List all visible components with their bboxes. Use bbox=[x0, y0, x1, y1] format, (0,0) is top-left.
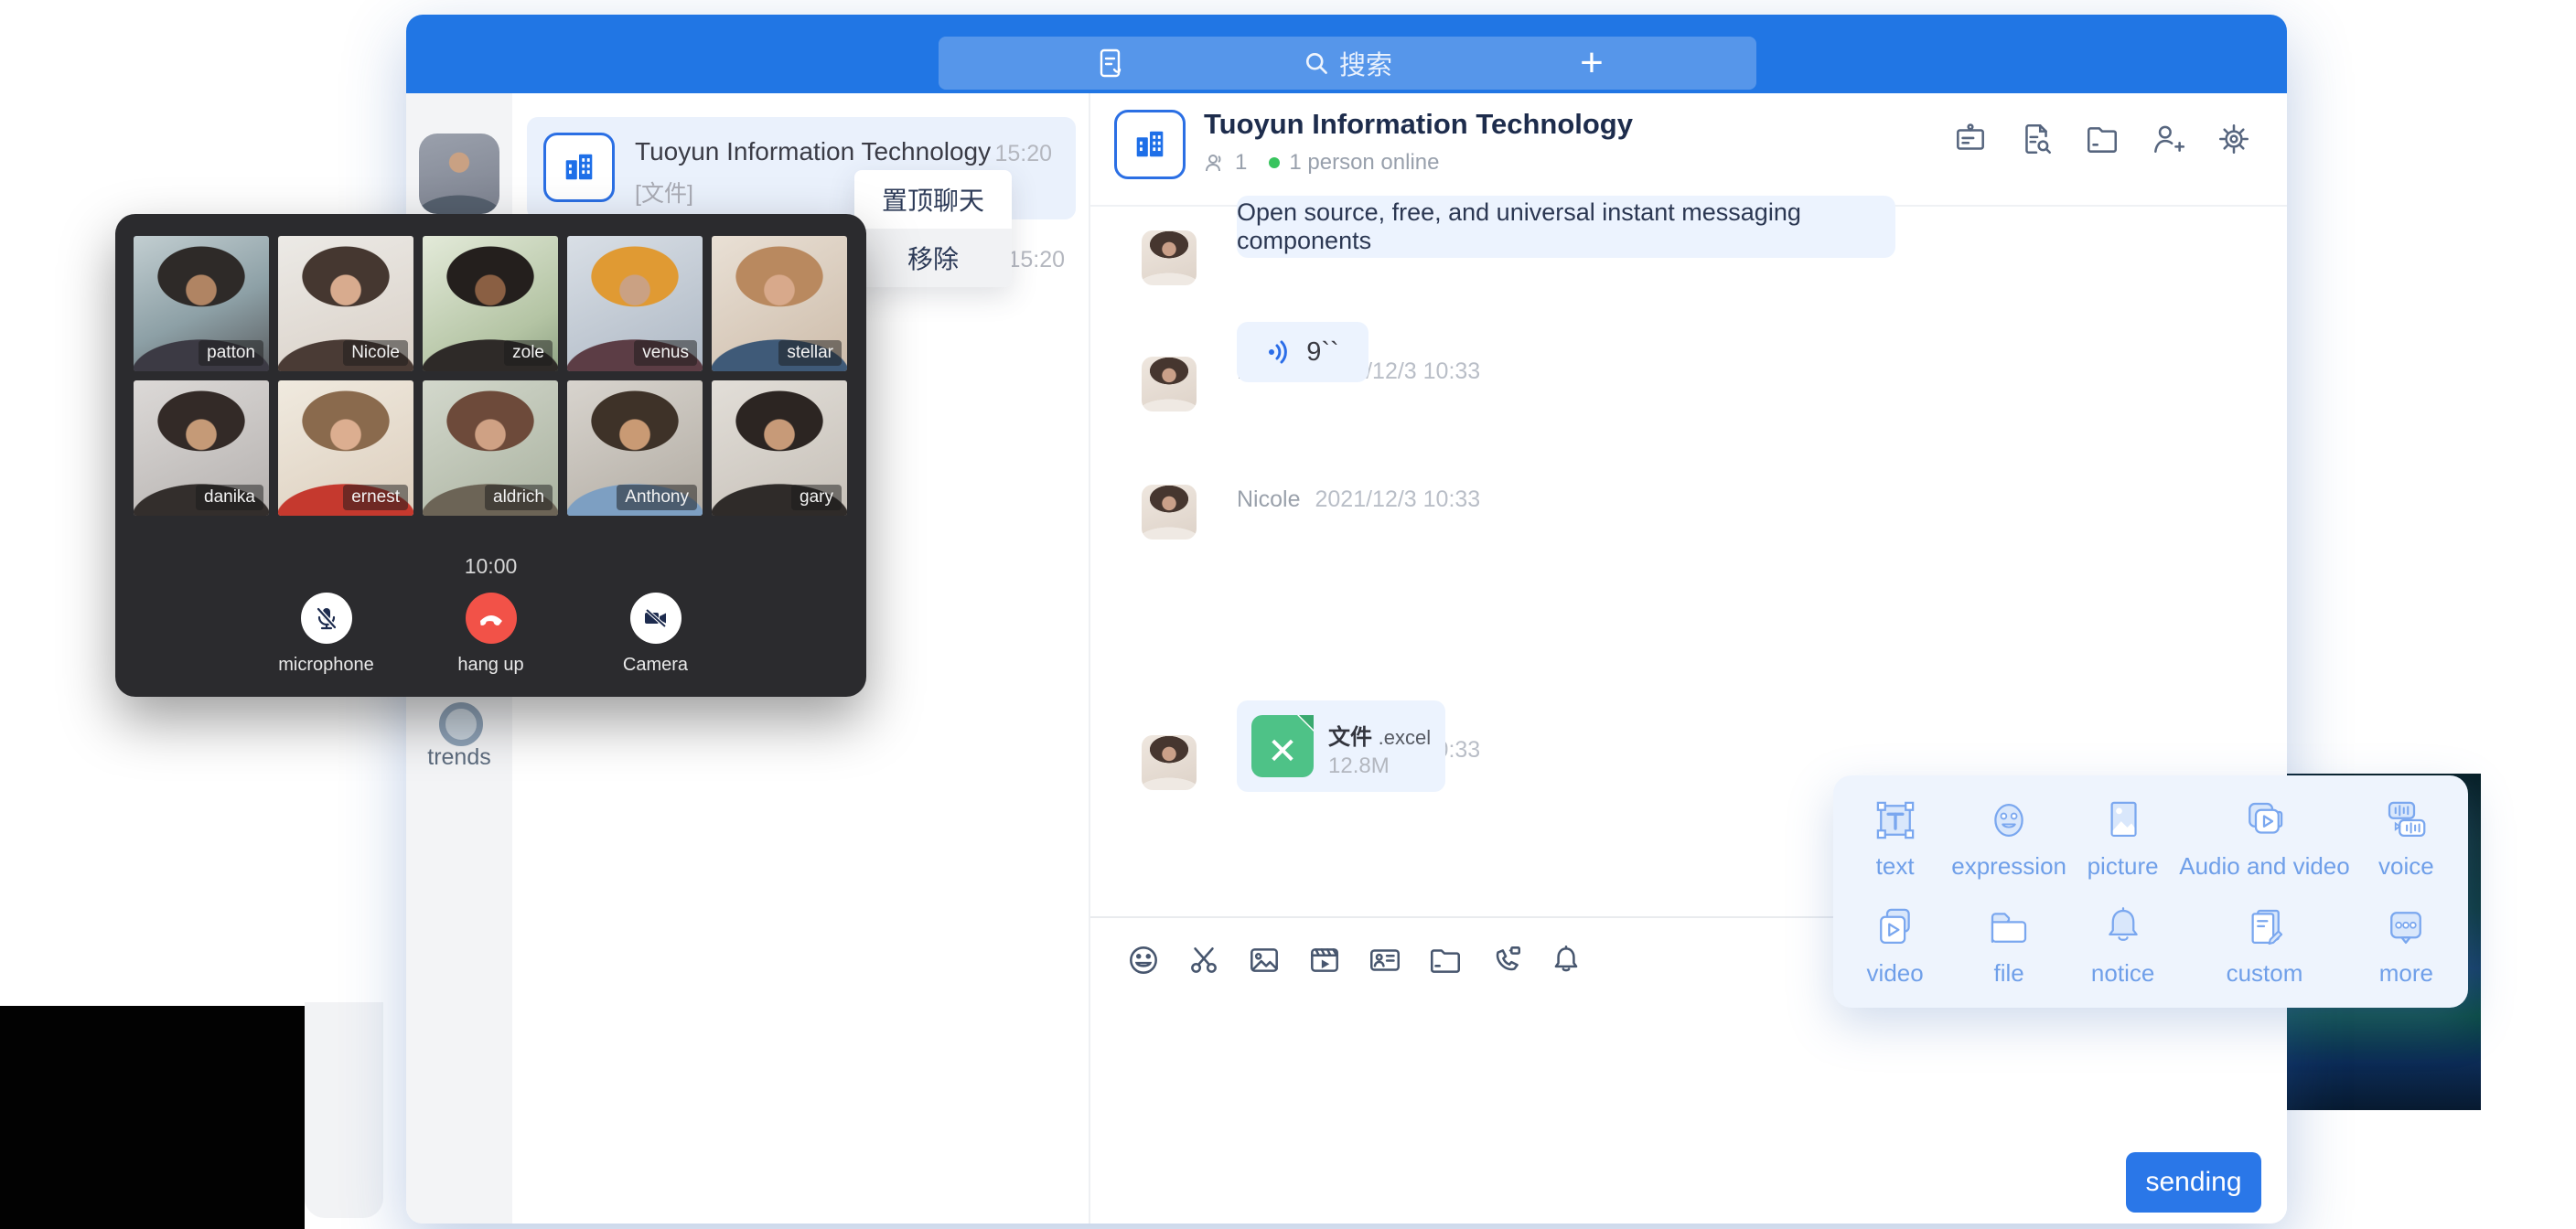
send-picture-icon[interactable] bbox=[1246, 942, 1283, 978]
send-button[interactable]: sending bbox=[2126, 1152, 2261, 1213]
send-video-icon[interactable] bbox=[1306, 942, 1343, 978]
panel-item-voice[interactable]: voice bbox=[2350, 785, 2463, 892]
participant-grid: patton Nicole zole venus stellar danika … bbox=[134, 236, 848, 516]
microphone-muted-icon bbox=[313, 604, 340, 632]
participant-tile: Anthony bbox=[567, 380, 703, 516]
address-book-icon[interactable] bbox=[1092, 46, 1127, 85]
panel-item-video[interactable]: video bbox=[1839, 892, 1951, 999]
page-background-card-edge bbox=[305, 1002, 383, 1218]
sender-avatar[interactable] bbox=[1142, 485, 1197, 540]
group-avatar bbox=[543, 133, 615, 202]
online-status: 1 person online bbox=[1289, 150, 1439, 176]
expression-icon bbox=[1984, 796, 2034, 845]
group-avatar bbox=[1114, 110, 1186, 179]
custom-icon bbox=[2239, 903, 2289, 952]
emoji-icon[interactable] bbox=[1125, 942, 1162, 978]
hang-up-button[interactable]: hang up bbox=[437, 593, 545, 676]
sidebar-item-trends[interactable]: trends bbox=[406, 744, 512, 771]
chat-title: Tuoyun Information Technology bbox=[1204, 108, 1633, 141]
panel-item-picture[interactable]: picture bbox=[2066, 785, 2179, 892]
voice-wave-icon bbox=[1266, 338, 1293, 366]
microphone-toggle-button[interactable]: microphone bbox=[273, 593, 381, 676]
group-call-window: patton Nicole zole venus stellar danika … bbox=[115, 214, 866, 697]
message-type-panel: text expression picture bbox=[1833, 775, 2468, 1008]
search-icon bbox=[1303, 49, 1330, 77]
search-bar[interactable]: 搜索 + bbox=[939, 37, 1756, 90]
menu-item-remove[interactable]: 移除 bbox=[854, 229, 1012, 287]
file-name: 文件 .excel bbox=[1328, 719, 1431, 751]
members-icon bbox=[1204, 152, 1226, 174]
camera-off-icon bbox=[642, 604, 670, 632]
file-icon bbox=[1984, 903, 2034, 952]
building-icon bbox=[1130, 124, 1170, 165]
participant-tile: stellar bbox=[712, 236, 847, 371]
menu-item-pin-chat[interactable]: 置顶聊天 bbox=[854, 170, 1012, 229]
settings-gear-icon[interactable] bbox=[2216, 121, 2252, 157]
sender-avatar[interactable] bbox=[1142, 357, 1197, 411]
image-message-beach-photo[interactable] bbox=[1237, 448, 1454, 618]
screenshot-scissors-icon[interactable] bbox=[1186, 942, 1222, 978]
top-bar: 搜索 + bbox=[406, 15, 2287, 93]
trends-icon[interactable] bbox=[439, 702, 483, 746]
chat-panel: Tuoyun Information Technology 1 1 person… bbox=[1090, 93, 2287, 1224]
add-member-icon[interactable] bbox=[2150, 121, 2186, 157]
panel-item-notice[interactable]: notice bbox=[2066, 892, 2179, 999]
panel-item-text[interactable]: text bbox=[1839, 785, 1951, 892]
excel-file-icon: ✕ bbox=[1251, 715, 1314, 777]
video-icon bbox=[1871, 903, 1920, 952]
chat-record-search-icon[interactable] bbox=[2018, 121, 2055, 157]
participant-tile: Nicole bbox=[278, 236, 413, 371]
search-placeholder: 搜索 bbox=[1339, 44, 1392, 82]
more-icon bbox=[2381, 903, 2431, 952]
video-call-icon[interactable] bbox=[1487, 942, 1524, 978]
app-screenshot: 搜索 + trends bbox=[0, 0, 2576, 1229]
text-message-bubble[interactable]: Open source, free, and universal instant… bbox=[1237, 196, 1895, 258]
conversation-context-menu: 置顶聊天 移除 bbox=[854, 170, 1012, 287]
add-button[interactable]: + bbox=[1564, 38, 1619, 88]
member-count: 1 bbox=[1235, 150, 1247, 176]
conversation-title: Tuoyun Information Technology bbox=[635, 137, 1001, 166]
voice-icon bbox=[2381, 796, 2431, 845]
voice-message-bubble[interactable]: 9`` bbox=[1237, 322, 1368, 382]
file-message-bubble[interactable]: ✕ 文件 .excel 12.8M bbox=[1237, 700, 1445, 792]
notification-bell-icon[interactable] bbox=[1548, 942, 1584, 978]
participant-tile: venus bbox=[567, 236, 703, 371]
participant-tile: gary bbox=[712, 380, 847, 516]
text-icon bbox=[1871, 796, 1920, 845]
sender-avatar[interactable] bbox=[1142, 735, 1197, 790]
participant-tile: aldrich bbox=[423, 380, 558, 516]
send-file-icon[interactable] bbox=[1427, 942, 1464, 978]
participant-tile: zole bbox=[423, 236, 558, 371]
building-icon bbox=[559, 147, 599, 187]
online-dot bbox=[1269, 157, 1280, 168]
participant-tile: patton bbox=[134, 236, 269, 371]
picture-icon bbox=[2098, 796, 2148, 845]
voice-duration: 9`` bbox=[1306, 337, 1338, 368]
panel-item-file[interactable]: file bbox=[1951, 892, 2066, 999]
file-size: 12.8M bbox=[1328, 753, 1390, 779]
contact-card-icon[interactable] bbox=[1367, 942, 1403, 978]
conversation-time: 15:20 bbox=[1007, 247, 1065, 273]
panel-item-more[interactable]: more bbox=[2350, 892, 2463, 999]
my-avatar[interactable] bbox=[419, 134, 499, 214]
participant-tile: danika bbox=[134, 380, 269, 516]
sender-avatar[interactable] bbox=[1142, 230, 1197, 285]
audio-video-icon bbox=[2239, 796, 2289, 845]
hang-up-icon bbox=[477, 604, 506, 633]
conversation-time: 15:20 bbox=[994, 141, 1052, 167]
camera-toggle-button[interactable]: Camera bbox=[602, 593, 710, 676]
panel-item-expression[interactable]: expression bbox=[1951, 785, 2066, 892]
group-notice-icon[interactable] bbox=[1952, 121, 1989, 157]
call-timer: 10:00 bbox=[115, 554, 866, 579]
conversation-preview: [文件] bbox=[635, 176, 693, 208]
panel-item-audio-video[interactable]: Audio and video bbox=[2179, 785, 2349, 892]
page-background-dark-corner bbox=[0, 1006, 305, 1229]
group-file-icon[interactable] bbox=[2084, 121, 2120, 157]
input-toolbar bbox=[1125, 942, 1584, 978]
panel-item-custom[interactable]: custom bbox=[2179, 892, 2349, 999]
chat-header: Tuoyun Information Technology 1 1 person… bbox=[1090, 93, 2287, 207]
notice-bell-icon bbox=[2098, 903, 2148, 952]
participant-tile: ernest bbox=[278, 380, 413, 516]
